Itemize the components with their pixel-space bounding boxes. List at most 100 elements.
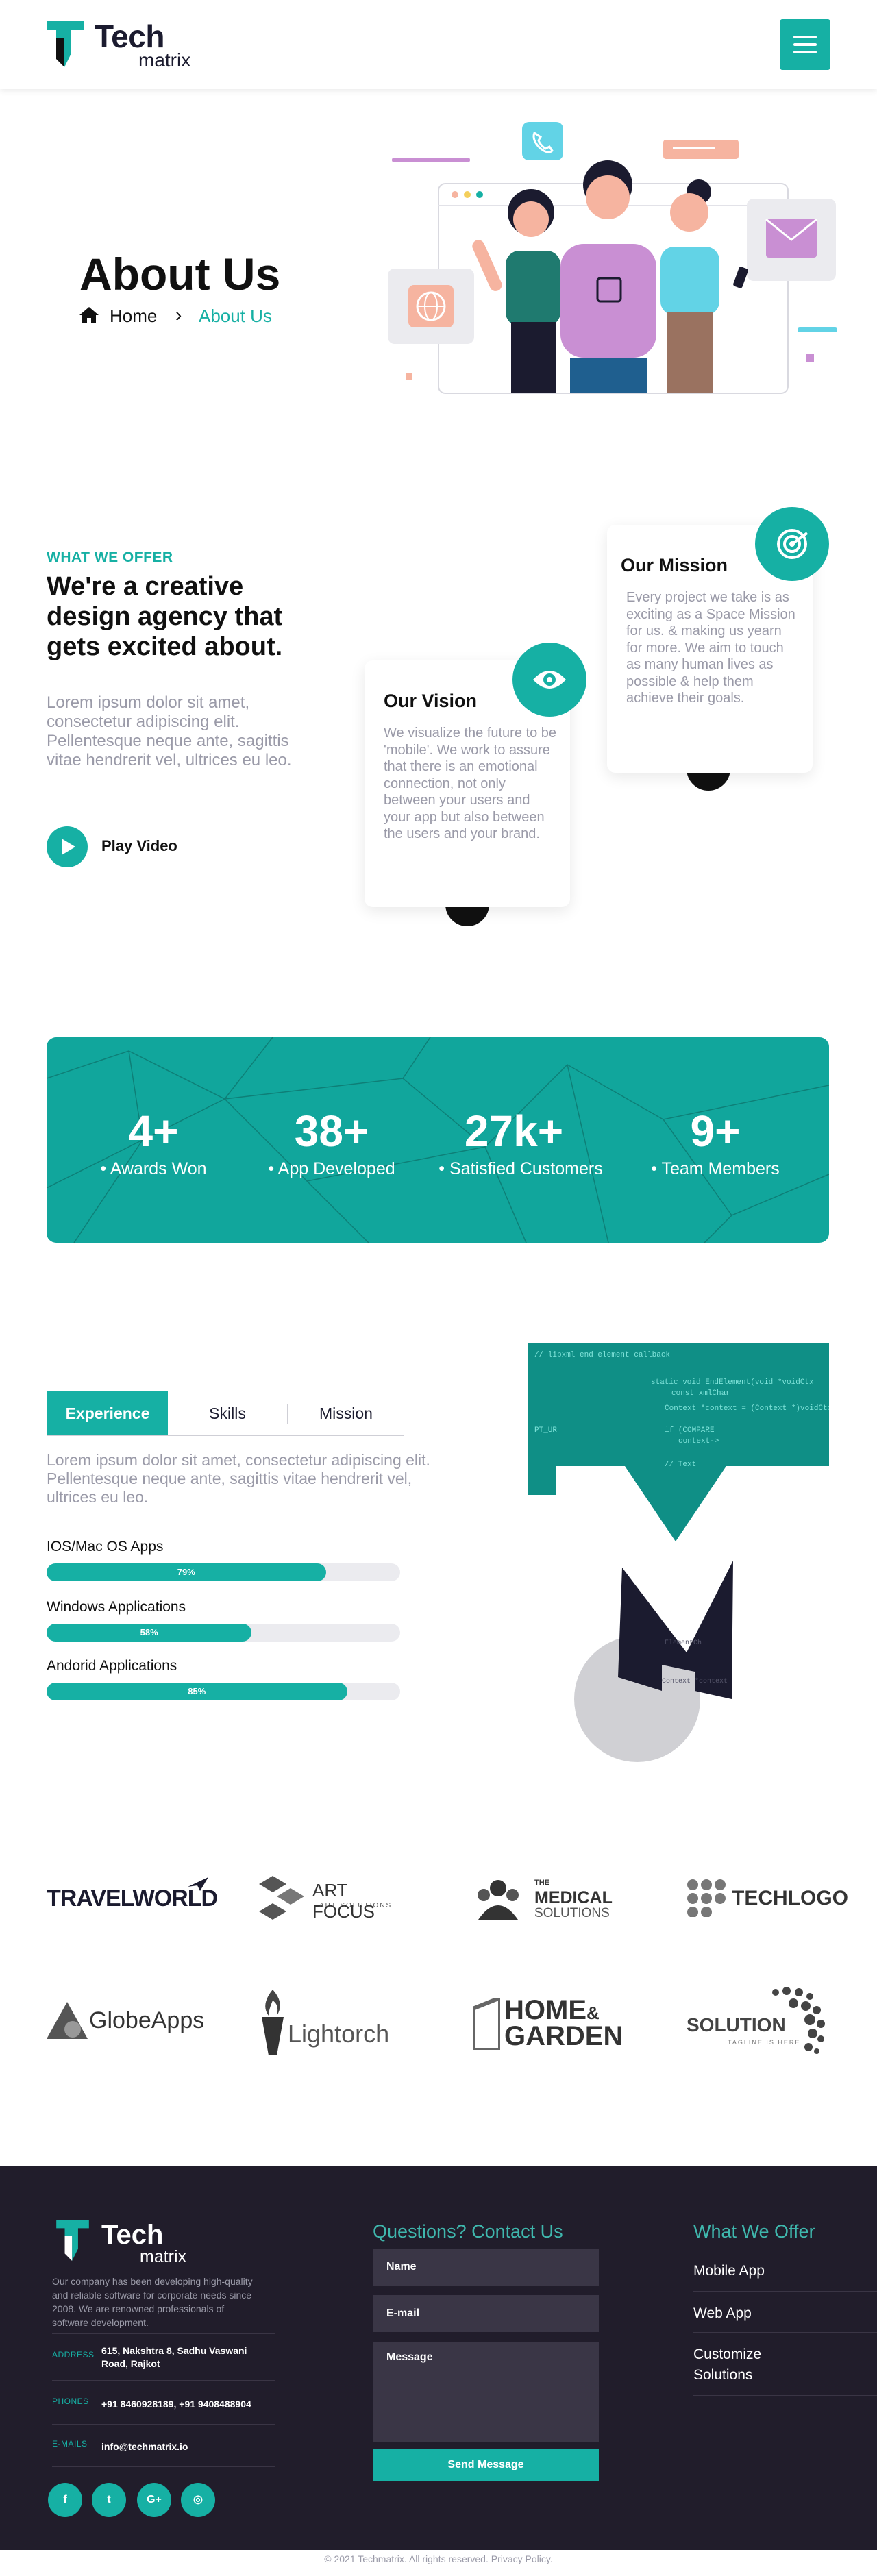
hamburger-icon bbox=[793, 36, 817, 38]
footer-link-web-app[interactable]: Web App bbox=[693, 2303, 858, 2324]
brand-techlogo: TECHLOGO bbox=[687, 1879, 848, 1917]
techlogo-icon bbox=[687, 1879, 726, 1917]
offer-footer-heading: What We Offer bbox=[693, 2221, 815, 2242]
brand-artfocus-sub: ART SOLUTIONS bbox=[319, 1902, 393, 1909]
brand-medical-text: MEDICAL bbox=[534, 1888, 613, 1907]
tab-skills[interactable]: Skills bbox=[168, 1391, 287, 1435]
name-field[interactable] bbox=[373, 2249, 599, 2286]
breadcrumb-separator-icon: › bbox=[175, 304, 182, 325]
footer-email[interactable]: info@techmatrix.io bbox=[101, 2440, 266, 2453]
stat-label-apps: • App Developed bbox=[268, 1159, 395, 1178]
stat-label-awards: • Awards Won bbox=[100, 1159, 207, 1178]
site-header: Tech matrix bbox=[0, 0, 877, 89]
brand-techlogo-text: TECHLOGO bbox=[732, 1887, 848, 1909]
footer-divider bbox=[52, 2466, 275, 2467]
logo-subtitle[interactable]: matrix bbox=[138, 49, 190, 71]
target-icon bbox=[755, 507, 829, 581]
vision-card-title: Our Vision bbox=[384, 691, 478, 711]
skill-bar-fill: 58% bbox=[47, 1624, 252, 1642]
google-plus-icon[interactable]: G+ bbox=[137, 2483, 171, 2517]
hamburger-menu-button[interactable] bbox=[780, 19, 830, 70]
target-icon-glyph bbox=[777, 529, 808, 559]
skill-bar-label: Andorid Applications bbox=[47, 1658, 177, 1674]
skill-bar-fill: 79% bbox=[47, 1563, 326, 1581]
svg-text:Context *context = (Context *): Context *context = (Context *)voidCtx bbox=[665, 1404, 829, 1413]
skills-tabs: Experience Skills Mission bbox=[47, 1391, 404, 1436]
brand-travelworld: TRAVELWORLD bbox=[47, 1877, 218, 1918]
skill-bar-label: Windows Applications bbox=[47, 1599, 186, 1615]
footer-about: Our company has been developing high-qua… bbox=[52, 2276, 253, 2328]
stat-label-team-text: Team Members bbox=[661, 1159, 780, 1178]
mission-card-title: Our Mission bbox=[621, 555, 728, 575]
footer-link-mobile-app[interactable]: Mobile App bbox=[693, 2261, 858, 2281]
globeapps-logo-icon bbox=[47, 2002, 88, 2039]
offer-body: Lorem ipsum dolor sit amet, consectetur … bbox=[47, 693, 292, 769]
brand-solution-text: SOLUTION bbox=[687, 2014, 786, 2035]
footer-link-customize-solutions[interactable]: Customize Solutions bbox=[693, 2344, 796, 2386]
card-decoration bbox=[445, 904, 489, 926]
breadcrumb-home-link[interactable]: Home bbox=[110, 306, 157, 327]
play-video-label[interactable]: Play Video bbox=[101, 837, 177, 855]
contact-heading: Questions? Contact Us bbox=[373, 2221, 563, 2242]
footer-address-label: ADDRESS bbox=[52, 2350, 95, 2360]
svg-text:context->: context-> bbox=[678, 1437, 719, 1446]
torch-icon bbox=[262, 1990, 284, 2055]
brand-lightorch-text: Lightorch bbox=[288, 2020, 390, 2048]
offer-heading: We're a creative design agency that gets… bbox=[47, 572, 283, 661]
stat-label-team: • Team Members bbox=[651, 1159, 780, 1178]
skill-bar-label: IOS/Mac OS Apps bbox=[47, 1539, 164, 1555]
send-message-button[interactable]: Send Message bbox=[373, 2449, 599, 2481]
brand-medical-sub: SOLUTIONS bbox=[534, 1906, 610, 1920]
facebook-icon[interactable]: f bbox=[48, 2483, 82, 2517]
brand-medical-the: THE bbox=[534, 1879, 549, 1887]
copyright-text: © 2021 Techmatrix. All rights reserved. … bbox=[324, 2553, 553, 2564]
footer-logo-subtitle[interactable]: matrix bbox=[140, 2247, 186, 2267]
stat-value-awards: 4+ bbox=[128, 1106, 179, 1156]
stat-label-awards-text: Awards Won bbox=[110, 1159, 207, 1178]
house-icon bbox=[473, 1998, 500, 2050]
footer-divider bbox=[52, 2380, 275, 2381]
tab-mission[interactable]: Mission bbox=[288, 1391, 404, 1435]
instagram-icon[interactable]: ◎ bbox=[181, 2483, 215, 2517]
home-icon bbox=[79, 307, 99, 323]
footer-phones[interactable]: +91 8460928189, +91 9408488904 bbox=[101, 2398, 280, 2411]
artfocus-logo-icon bbox=[259, 1876, 304, 1920]
hamburger-icon-line bbox=[793, 43, 817, 46]
code-logo-illustration: // libxml end element callback static vo… bbox=[528, 1343, 829, 1762]
play-video-button[interactable] bbox=[47, 826, 88, 867]
footer-divider bbox=[693, 2395, 877, 2396]
svg-text:if (COMPARE: if (COMPARE bbox=[665, 1426, 715, 1435]
svg-text:const xmlChar: const xmlChar bbox=[671, 1389, 730, 1398]
eye-icon bbox=[512, 643, 586, 717]
skill-bar-track: 79% bbox=[47, 1563, 400, 1581]
footer-emails-label: E-MAILS bbox=[52, 2439, 88, 2449]
tab-experience[interactable]: Experience bbox=[47, 1391, 168, 1435]
svg-text:// Text: // Text bbox=[665, 1461, 696, 1469]
svg-text:static void EndElement(void *v: static void EndElement(void *voidCtx bbox=[651, 1378, 814, 1387]
brand-artfocus-text: ART FOCUS bbox=[312, 1880, 375, 1922]
breadcrumb-current: About Us bbox=[199, 306, 272, 326]
stats-banner: 4+ • Awards Won 38+ • App Developed 27k+… bbox=[47, 1037, 829, 1243]
brand-medical: THE MEDICAL SOLUTIONS bbox=[473, 1876, 623, 1921]
brand-artfocus: ART FOCUS ART SOLUTIONS bbox=[259, 1873, 410, 1922]
footer-divider bbox=[693, 2332, 877, 2333]
svg-text:ElementCh: ElementCh bbox=[665, 1639, 702, 1647]
footer-divider bbox=[693, 2291, 877, 2292]
message-field[interactable] bbox=[373, 2342, 599, 2442]
mission-card-body: Every project we take is as exciting as … bbox=[626, 590, 795, 706]
brand-garden-text: GARDEN bbox=[504, 2021, 623, 2051]
twitter-icon[interactable]: t bbox=[92, 2483, 126, 2517]
brand-home-garden: HOME& GARDEN bbox=[473, 1995, 630, 2051]
team-illustration bbox=[388, 122, 837, 394]
footer-divider bbox=[52, 2424, 275, 2425]
medical-logo-icon bbox=[478, 1880, 519, 1920]
stat-value-apps: 38+ bbox=[294, 1106, 369, 1156]
skill-bar-track: 58% bbox=[47, 1624, 400, 1642]
email-field[interactable] bbox=[373, 2295, 599, 2332]
footer-address: 615, Nakshtra 8, Sadhu Vaswani Road, Raj… bbox=[101, 2345, 247, 2369]
footer-logo-title[interactable]: Tech bbox=[101, 2220, 163, 2251]
footer-divider bbox=[52, 2333, 275, 2334]
footer-logo-icon[interactable] bbox=[56, 2220, 89, 2261]
logo-icon[interactable] bbox=[47, 21, 84, 67]
brand-solution-sub: TAGLINE IS HERE bbox=[728, 2039, 801, 2046]
